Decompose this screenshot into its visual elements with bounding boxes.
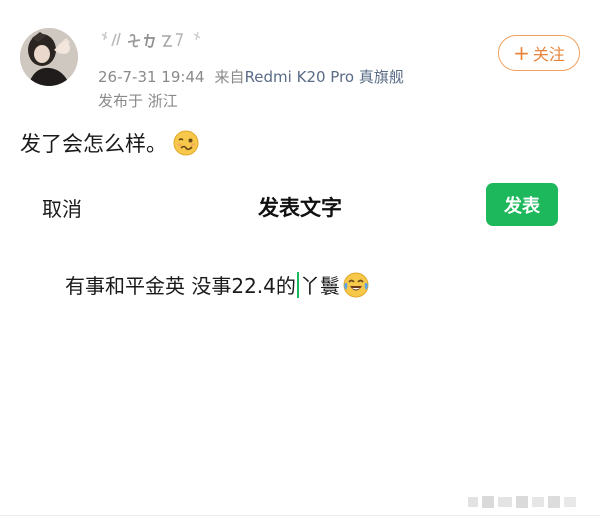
blurred-watermark (468, 496, 576, 508)
editor-text-after-caret: 丫鬟 (299, 274, 340, 298)
compose-toolbar: 取消 发表文字 发表 (0, 176, 600, 236)
post-timestamp: 26-7-31 19:44 (98, 68, 205, 86)
publish-button[interactable]: 发表 (486, 183, 558, 226)
post-body: 发了会怎么样。 (20, 128, 199, 158)
post-meta: 26-7-31 19:44 来自Redmi K20 Pro 真旗舰 (98, 66, 404, 87)
text-caret (296, 271, 299, 298)
avatar-image-icon (20, 28, 78, 86)
device-source[interactable]: Redmi K20 Pro 真旗舰 (245, 68, 404, 86)
face-with-tears-of-joy-icon (343, 272, 369, 297)
plus-icon: + (513, 41, 530, 65)
post-header: 26-7-31 19:44 来自Redmi K20 Pro 真旗舰 发布于 浙江 … (0, 0, 600, 120)
follow-button[interactable]: + 关注 (498, 35, 580, 71)
post-location: 发布于 浙江 (98, 92, 178, 110)
username[interactable] (98, 28, 218, 52)
compose-text-editor[interactable]: 有事和平金英 没事22.4的 丫鬟 (65, 270, 370, 299)
woozy-face-icon (173, 130, 199, 156)
editor-text-before-caret: 有事和平金英 没事22.4的 (65, 274, 296, 298)
follow-label: 关注 (532, 45, 565, 64)
avatar[interactable] (20, 28, 78, 86)
compose-title-text: 发表文字 (258, 196, 342, 220)
username-blurred-text (101, 31, 201, 48)
source-prefix: 来自 (214, 68, 245, 86)
divider (0, 515, 600, 516)
post-text: 发了会怎么样。 (20, 132, 167, 156)
